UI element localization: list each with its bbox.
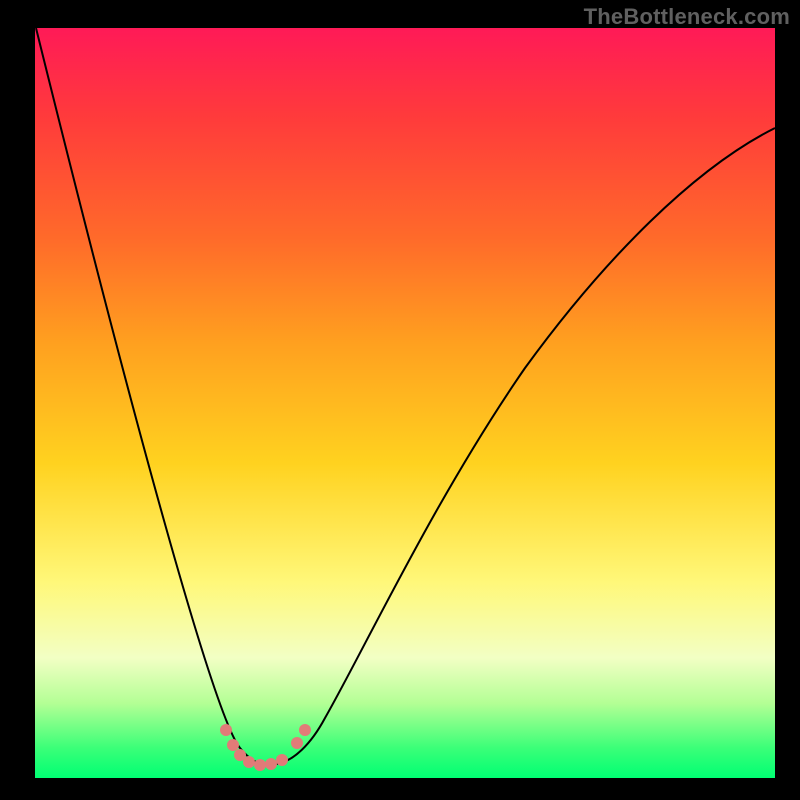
- watermark-text: TheBottleneck.com: [584, 4, 790, 30]
- curve-marker: [276, 754, 288, 766]
- curve-marker: [299, 724, 311, 736]
- curve-marker: [243, 756, 255, 768]
- curve-marker: [220, 724, 232, 736]
- bottleneck-curve: [36, 28, 775, 765]
- chart-frame: TheBottleneck.com: [0, 0, 800, 800]
- curve-marker: [265, 758, 277, 770]
- curve-svg: [35, 28, 775, 778]
- curve-marker: [254, 759, 266, 771]
- plot-area: [35, 28, 775, 778]
- curve-marker: [291, 737, 303, 749]
- curve-marker: [227, 739, 239, 751]
